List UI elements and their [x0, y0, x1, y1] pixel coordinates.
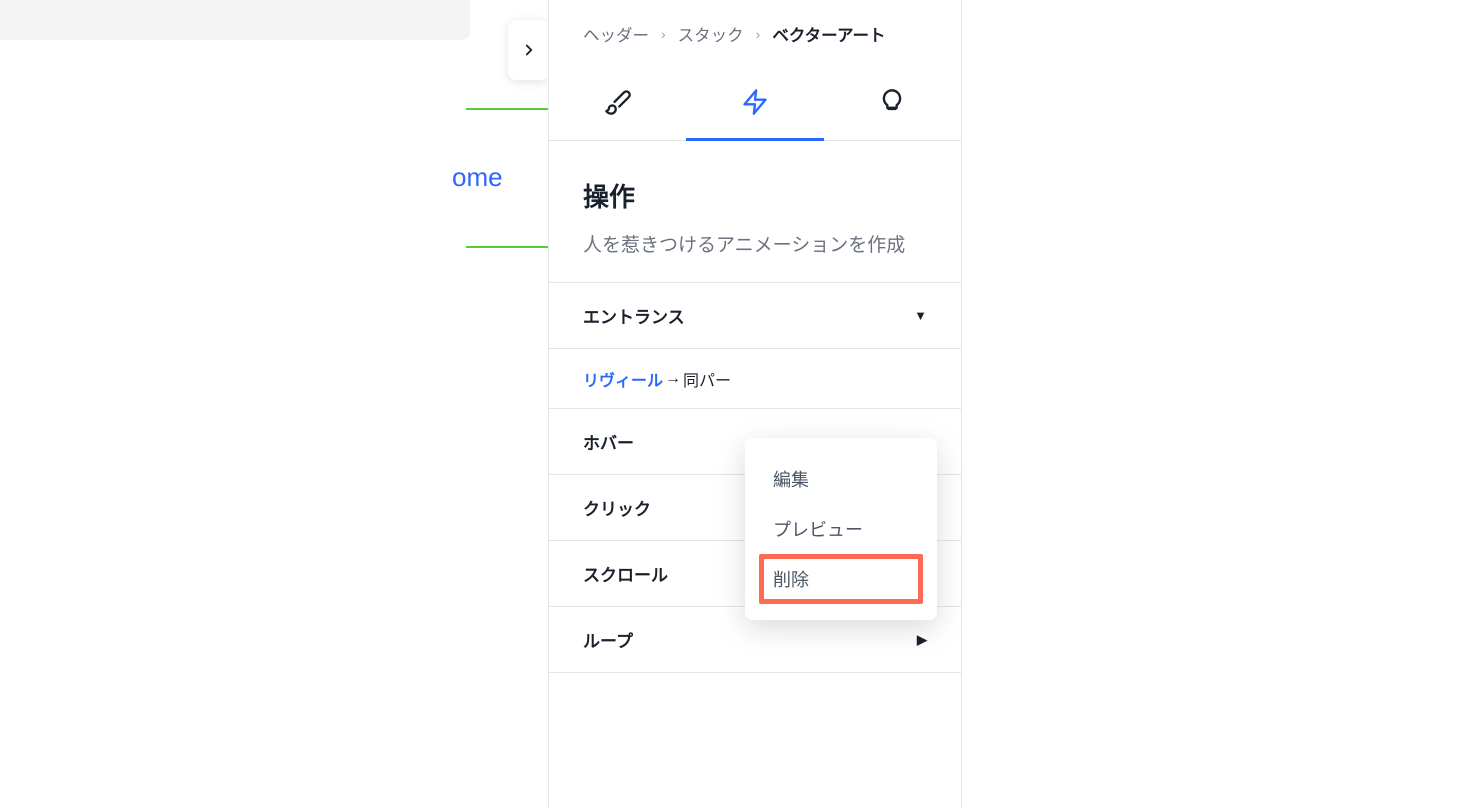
tab-interactions[interactable]: [686, 64, 823, 140]
lightning-icon: [741, 88, 769, 116]
arrow-right-icon: →: [665, 370, 681, 388]
breadcrumb: ヘッダー › スタック › ベクターアート: [549, 0, 961, 64]
chevron-right-icon: [520, 41, 538, 59]
caret-right-icon: ▶: [917, 632, 927, 648]
expand-panel-button[interactable]: [508, 20, 550, 80]
tab-help[interactable]: [824, 64, 961, 140]
panel-tabs: [549, 64, 961, 141]
menu-item-preview[interactable]: プレビュー: [759, 504, 923, 554]
reveal-target-text: 同パー: [683, 367, 731, 391]
brush-icon: [604, 88, 632, 116]
menu-item-edit[interactable]: 編集: [759, 454, 923, 504]
breadcrumb-separator: ›: [756, 26, 761, 42]
left-background-region: ome: [0, 0, 548, 808]
canvas-background: [0, 0, 470, 40]
menu-item-delete[interactable]: 削除: [759, 554, 923, 604]
properties-panel: ヘッダー › スタック › ベクターアート 操作 人を惹きつけるアニメーションを…: [548, 0, 962, 808]
caret-down-icon: ▼: [914, 308, 927, 323]
breadcrumb-item-0[interactable]: ヘッダー: [583, 22, 649, 46]
section-header: 操作 人を惹きつけるアニメーションを作成: [549, 141, 961, 282]
row-label: クリック: [583, 495, 651, 520]
row-label: スクロール: [583, 561, 668, 586]
canvas-partial-text: ome: [452, 162, 503, 193]
section-description: 人を惹きつけるアニメーションを作成: [583, 230, 927, 262]
row-label: エントランス: [583, 303, 685, 328]
breadcrumb-item-1[interactable]: スタック: [678, 22, 744, 46]
breadcrumb-current: ベクターアート: [772, 22, 885, 46]
reveal-link[interactable]: リヴィール: [583, 367, 663, 391]
row-label: ループ: [583, 627, 633, 652]
section-title: 操作: [583, 177, 927, 214]
bulb-icon: [878, 88, 906, 116]
row-label: ホバー: [583, 429, 634, 454]
tab-design[interactable]: [549, 64, 686, 140]
context-menu: 編集 プレビュー 削除: [745, 438, 937, 620]
breadcrumb-separator: ›: [661, 26, 666, 42]
row-reveal[interactable]: リヴィール → 同パー: [549, 349, 961, 409]
row-entrance[interactable]: エントランス ▼: [549, 283, 961, 349]
